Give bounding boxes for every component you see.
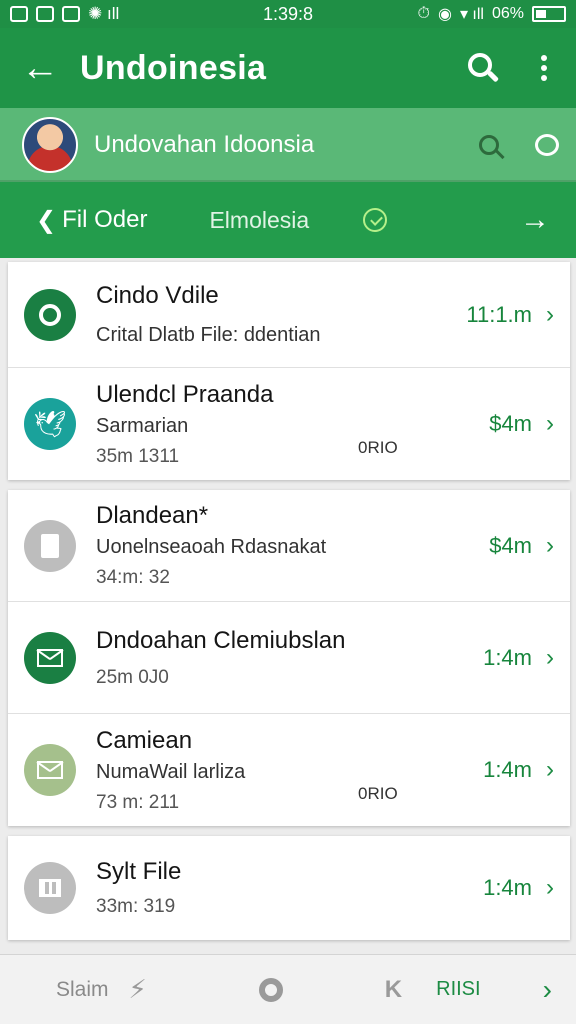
check-circle-icon[interactable]	[363, 208, 388, 232]
list-item[interactable]: Cindo Vdile Crital Dlatb File: ddentian …	[8, 262, 570, 368]
more-vert-icon	[512, 55, 576, 81]
status-time: 1:39:8	[262, 3, 314, 24]
item-meta: 25m 0J0	[96, 666, 169, 688]
avatar[interactable]	[22, 117, 78, 173]
chevron-left-icon: ❮	[36, 206, 57, 234]
next-button[interactable]: →	[520, 203, 550, 237]
tab-file-order[interactable]: ❮ Fil Oder	[36, 206, 147, 235]
list-item[interactable]: Camiean NumaWail larliza 73 m: 211 0RIO …	[8, 714, 570, 826]
bottom-bar: Slaim ⚡ K RIISI ›	[0, 954, 576, 1024]
item-subtitle: Crital Dlatb File: ddentian	[96, 324, 321, 346]
item-amount: 1:4m	[483, 757, 532, 782]
bird-icon: 🕊	[24, 398, 76, 450]
chat-button[interactable]	[518, 134, 576, 156]
search-icon	[479, 135, 499, 155]
chevron-right-icon: ›	[546, 410, 554, 437]
item-tag: 0RIO	[358, 784, 398, 803]
list-item[interactable]: Sylt File 33m: 319 1:4m ›	[8, 836, 570, 940]
tab-label: Fil Oder	[62, 206, 148, 233]
overflow-menu-button[interactable]	[512, 55, 576, 81]
list-item[interactable]: Dlandean* Uonelnseaoah Rdasnakat 34:m: 3…	[8, 490, 570, 602]
item-amount: 1:4m	[483, 875, 532, 900]
item-amount: 1:4m	[483, 644, 532, 670]
item-amount: 11:1.m	[466, 301, 532, 327]
file-bars-icon	[24, 862, 76, 914]
tools-icon[interactable]: K	[385, 976, 402, 1004]
arrow-right-icon: →	[520, 203, 550, 236]
tab-label: Elmolesia	[209, 206, 310, 233]
item-title: Dlandean*	[96, 502, 209, 529]
chat-ring-icon	[24, 288, 76, 341]
item-meta: 73 m: 211	[96, 791, 180, 813]
app-bar: ← Undoinesia	[0, 28, 576, 108]
search-button[interactable]	[448, 51, 512, 85]
envelope-icon	[24, 744, 76, 796]
bolt-icon[interactable]: ⚡	[129, 974, 147, 1005]
item-meta: 34:m: 32	[96, 567, 170, 588]
tab-elmolesia[interactable]: Elmolesia	[209, 207, 309, 234]
item-title: Cindo Vdile	[96, 282, 219, 309]
item-subtitle: Sarmarian	[96, 414, 189, 437]
item-title: Ulendcl Praanda	[96, 380, 274, 408]
item-meta: 35m 1311	[96, 445, 180, 467]
tab-bar: ❮ Fil Oder Elmolesia →	[0, 182, 576, 258]
back-button[interactable]: ←	[0, 49, 80, 87]
list-item[interactable]: Dndoahan Clemiubslan 25m 0J0 1:4m ›	[8, 602, 570, 714]
chevron-right-icon: ›	[546, 874, 554, 901]
chevron-right-icon: ›	[546, 643, 554, 671]
chevron-right-icon[interactable]: ›	[543, 974, 552, 1006]
item-title: Camiean	[96, 726, 193, 754]
search-icon	[468, 53, 492, 77]
account-header[interactable]: Undovahan Idoonsia	[0, 108, 576, 182]
item-tag: 0RIO	[358, 438, 398, 457]
list-card: Sylt File 33m: 319 1:4m ›	[8, 836, 570, 940]
item-title: Dndoahan Clemiubslan	[96, 626, 346, 654]
page-title: Undoinesia	[80, 48, 267, 87]
item-subtitle: Uonelnseaoah Rdasnakat	[96, 536, 327, 558]
account-name: Undovahan Idoonsia	[94, 131, 315, 158]
chevron-right-icon: ›	[546, 300, 554, 328]
item-amount: $4m	[489, 532, 532, 558]
message-list: Cindo Vdile Crital Dlatb File: ddentian …	[8, 262, 570, 950]
document-icon	[24, 519, 76, 572]
chevron-right-icon: ›	[546, 531, 554, 559]
account-search-button[interactable]	[460, 135, 518, 155]
item-subtitle: NumaWail larliza	[96, 760, 246, 783]
bottom-action-button[interactable]: RIISI	[436, 978, 480, 1001]
bottom-label[interactable]: Slaim	[56, 978, 109, 1002]
item-amount: $4m	[489, 411, 532, 436]
chat-bubble-icon	[535, 134, 559, 156]
envelope-icon	[24, 631, 76, 684]
item-title: Sylt File	[96, 858, 182, 885]
list-card: Dlandean* Uonelnseaoah Rdasnakat 34:m: 3…	[8, 490, 570, 826]
home-circle-icon[interactable]	[258, 977, 283, 1002]
battery-icon	[532, 6, 566, 22]
arrow-left-icon: ←	[21, 47, 59, 89]
chevron-right-icon: ›	[546, 756, 554, 783]
list-card: Cindo Vdile Crital Dlatb File: ddentian …	[8, 262, 570, 480]
list-item[interactable]: 🕊 Ulendcl Praanda Sarmarian 35m 1311 0RI…	[8, 368, 570, 480]
item-meta: 33m: 319	[96, 896, 176, 917]
status-bar: ✺ ıll 1:39:8 ⏱ ◉ ▾ ıll 06%	[0, 0, 576, 28]
